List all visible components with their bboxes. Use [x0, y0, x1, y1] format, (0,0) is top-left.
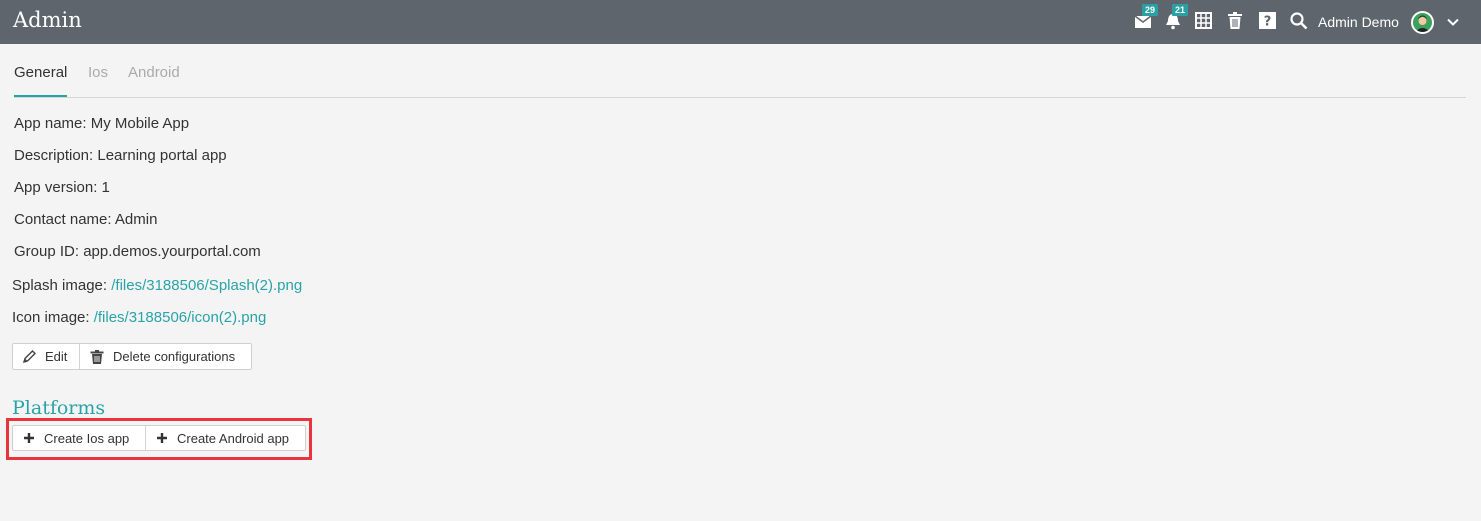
trash-icon: [1228, 12, 1242, 29]
edit-button-label: Edit: [45, 349, 68, 364]
app-name-text: App name: My Mobile App: [14, 115, 190, 132]
tab-general[interactable]: General: [14, 64, 68, 97]
page-title: Admin: [13, 8, 82, 32]
tab-android[interactable]: Android: [128, 64, 180, 95]
messages-badge: 29: [1142, 4, 1159, 16]
search-button[interactable]: [1290, 12, 1310, 32]
pencil-icon: [23, 350, 36, 363]
icon-image-row: Icon image: /files/3188506/icon(2).png: [12, 309, 266, 326]
splash-image-label: Splash image:: [12, 277, 112, 294]
delete-configurations-label: Delete configurations: [113, 349, 236, 364]
platform-actions: Create Ios app Create Android app: [12, 425, 306, 451]
svg-text:?: ?: [1264, 15, 1272, 30]
create-ios-app-label: Create Ios app: [44, 430, 130, 446]
calendar-grid-icon: [1195, 12, 1212, 29]
tab-bar: General Ios Android: [14, 64, 1466, 98]
search-icon: [1290, 12, 1308, 30]
chevron-down-icon: [1447, 18, 1459, 26]
notifications-badge: 21: [1172, 4, 1189, 16]
avatar[interactable]: [1411, 11, 1434, 34]
user-name[interactable]: Admin Demo: [1318, 14, 1399, 30]
icon-image-label: Icon image:: [12, 309, 94, 326]
trash-icon: [90, 349, 104, 364]
top-bar: Admin 29 21 ? Admin Demo: [0, 0, 1481, 44]
plus-icon: [24, 433, 34, 443]
help-button[interactable]: ?: [1259, 12, 1279, 32]
user-avatar-icon: [1415, 15, 1430, 32]
notifications-button[interactable]: 21: [1164, 4, 1189, 32]
calendar-button[interactable]: [1195, 12, 1215, 32]
icon-image-link[interactable]: /files/3188506/icon(2).png: [94, 309, 267, 326]
create-android-app-button[interactable]: Create Android app: [145, 426, 297, 450]
description-text: Description: Learning portal app: [14, 147, 227, 164]
user-menu-toggle[interactable]: [1446, 15, 1460, 29]
splash-image-row: Splash image: /files/3188506/Splash(2).p…: [12, 277, 302, 294]
trash-button[interactable]: [1227, 12, 1247, 32]
group-id-text: Group ID: app.demos.yourportal.com: [14, 243, 261, 260]
splash-image-link[interactable]: /files/3188506/Splash(2).png: [111, 277, 302, 294]
edit-button[interactable]: Edit: [13, 344, 79, 369]
help-icon: ?: [1259, 12, 1276, 30]
tab-ios[interactable]: Ios: [88, 64, 108, 95]
app-version-text: App version: 1: [14, 179, 110, 196]
delete-configurations-button[interactable]: Delete configurations: [79, 344, 243, 369]
create-android-app-label: Create Android app: [177, 430, 290, 446]
messages-button[interactable]: 29: [1134, 4, 1159, 32]
create-ios-app-button[interactable]: Create Ios app: [13, 426, 145, 450]
contact-name-text: Contact name: Admin: [14, 211, 158, 228]
config-actions: Edit Delete configurations: [12, 343, 252, 370]
platforms-heading: Platforms: [12, 397, 106, 419]
plus-icon: [157, 433, 167, 443]
